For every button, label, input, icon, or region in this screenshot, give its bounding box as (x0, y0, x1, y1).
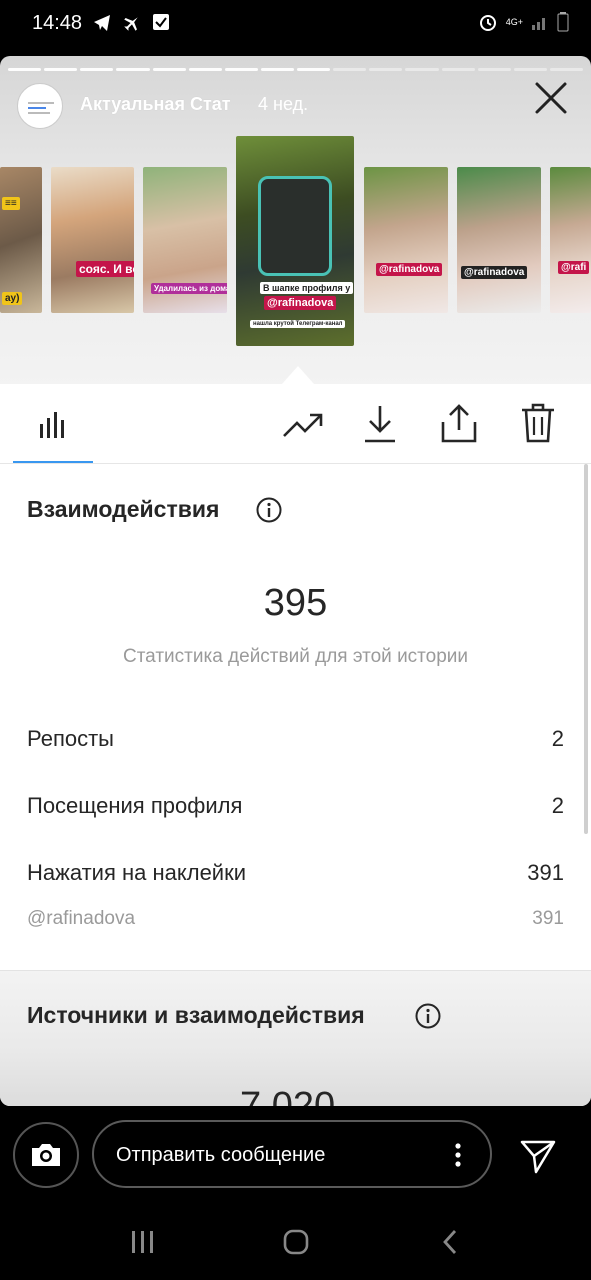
story-progress-bar (8, 68, 583, 71)
trending-icon[interactable] (282, 410, 324, 440)
more-options-icon[interactable] (454, 1142, 462, 1168)
message-placeholder: Отправить сообщение (116, 1144, 326, 1166)
metric-value-shares: 2 (551, 726, 564, 751)
progress-segment (224, 68, 258, 71)
progress-segment (44, 68, 78, 71)
story-thumbnail[interactable]: сояс. И вода. (51, 167, 134, 313)
thumbnail-tag: @rafinadova (461, 266, 528, 279)
story-thumbnail[interactable]: Удалилась из дома (143, 167, 227, 313)
interactions-total: 395 (263, 582, 328, 624)
highlight-avatar[interactable] (17, 83, 63, 129)
metric-value-profile-visits: 2 (551, 793, 564, 818)
progress-segment (260, 68, 294, 71)
thumbnail-tag: @rafinadova (264, 296, 337, 310)
telegram-icon (94, 15, 110, 31)
story-thumbnail-selected[interactable]: В шапке профиля у @rafinadova нашла крут… (236, 136, 354, 346)
battery-icon (557, 12, 569, 32)
sticker-mention-label: @rafinadova (27, 908, 136, 929)
checkbox-icon (153, 14, 169, 30)
camera-icon (32, 1144, 60, 1166)
network-type: 4G+ (505, 17, 523, 27)
progress-segment (8, 68, 42, 71)
airplane-icon (124, 17, 138, 31)
story-thumbnail[interactable]: ≡≡ ау) (0, 167, 42, 313)
progress-segment (477, 68, 511, 71)
sources-total: 7 020 (240, 1085, 336, 1106)
message-input[interactable]: Отправить сообщение (92, 1120, 492, 1188)
story-thumbnail[interactable]: @rafi (550, 167, 591, 313)
back-icon[interactable] (440, 1228, 460, 1256)
sources-heading: Источники и взаимодействия (27, 1002, 365, 1028)
progress-segment (152, 68, 186, 71)
selected-thumbnail-pointer (282, 366, 314, 384)
insights-toolbar (0, 384, 591, 464)
progress-segment (297, 68, 331, 71)
progress-segment (405, 68, 439, 71)
download-icon[interactable] (362, 404, 398, 444)
story-age: 4 нед. (258, 94, 309, 114)
progress-segment (333, 68, 367, 71)
metric-value-sticker-taps: 391 (527, 860, 564, 885)
progress-segment (369, 68, 403, 71)
thumbnail-tag: сояс. И вода. (76, 261, 134, 277)
message-bar: Отправить сообщение (0, 1106, 591, 1206)
story-thumbnail[interactable]: @rafinadova (457, 167, 541, 313)
scrollbar[interactable] (584, 464, 588, 834)
highlight-title[interactable]: Актуальная Стат (80, 94, 231, 115)
status-bar: 14:48 4G+ (0, 0, 591, 50)
selected-tab-indicator (13, 461, 93, 463)
progress-segment (549, 68, 583, 71)
progress-segment (441, 68, 475, 71)
status-notification-icons (92, 13, 170, 33)
metric-label-shares: Репосты (27, 726, 114, 751)
thumbnail-tag: @rafinadova (376, 263, 443, 276)
home-icon[interactable] (282, 1228, 310, 1256)
info-icon[interactable] (256, 497, 282, 523)
signal-icon (532, 18, 545, 30)
story-thumbnail[interactable]: @rafinadova (364, 167, 448, 313)
recent-apps-icon[interactable] (130, 1228, 156, 1256)
android-nav-bar (0, 1206, 591, 1280)
progress-segment (513, 68, 547, 71)
progress-segment (116, 68, 150, 71)
insights-panel: Взаимодействия 395 Статистика действий д… (0, 384, 591, 1106)
status-time: 14:48 (32, 12, 83, 34)
progress-segment (188, 68, 222, 71)
thumbnail-tag: @rafi (558, 261, 590, 274)
info-icon[interactable] (415, 1003, 441, 1029)
metric-label-sticker-taps: Нажатия на наклейки (27, 860, 247, 885)
insights-bar-chart-icon[interactable] (38, 408, 68, 440)
story-preview-area: Актуальная Стат 4 нед. ≡≡ ау) сояс. И во… (0, 56, 591, 386)
sticker-mention-value: 391 (532, 908, 564, 929)
share-icon[interactable] (440, 402, 478, 444)
interactions-heading: Взаимодействия (27, 496, 220, 522)
close-icon[interactable] (533, 80, 569, 116)
send-icon[interactable] (518, 1136, 558, 1176)
alarm-icon (479, 15, 496, 31)
progress-segment (80, 68, 114, 71)
trash-icon[interactable] (519, 402, 557, 444)
status-system-icons: 4G+ (478, 12, 569, 32)
camera-button[interactable] (13, 1122, 79, 1188)
metric-label-profile-visits: Посещения профиля (27, 793, 243, 818)
interactions-subtitle: Статистика действий для этой истории (122, 646, 469, 667)
